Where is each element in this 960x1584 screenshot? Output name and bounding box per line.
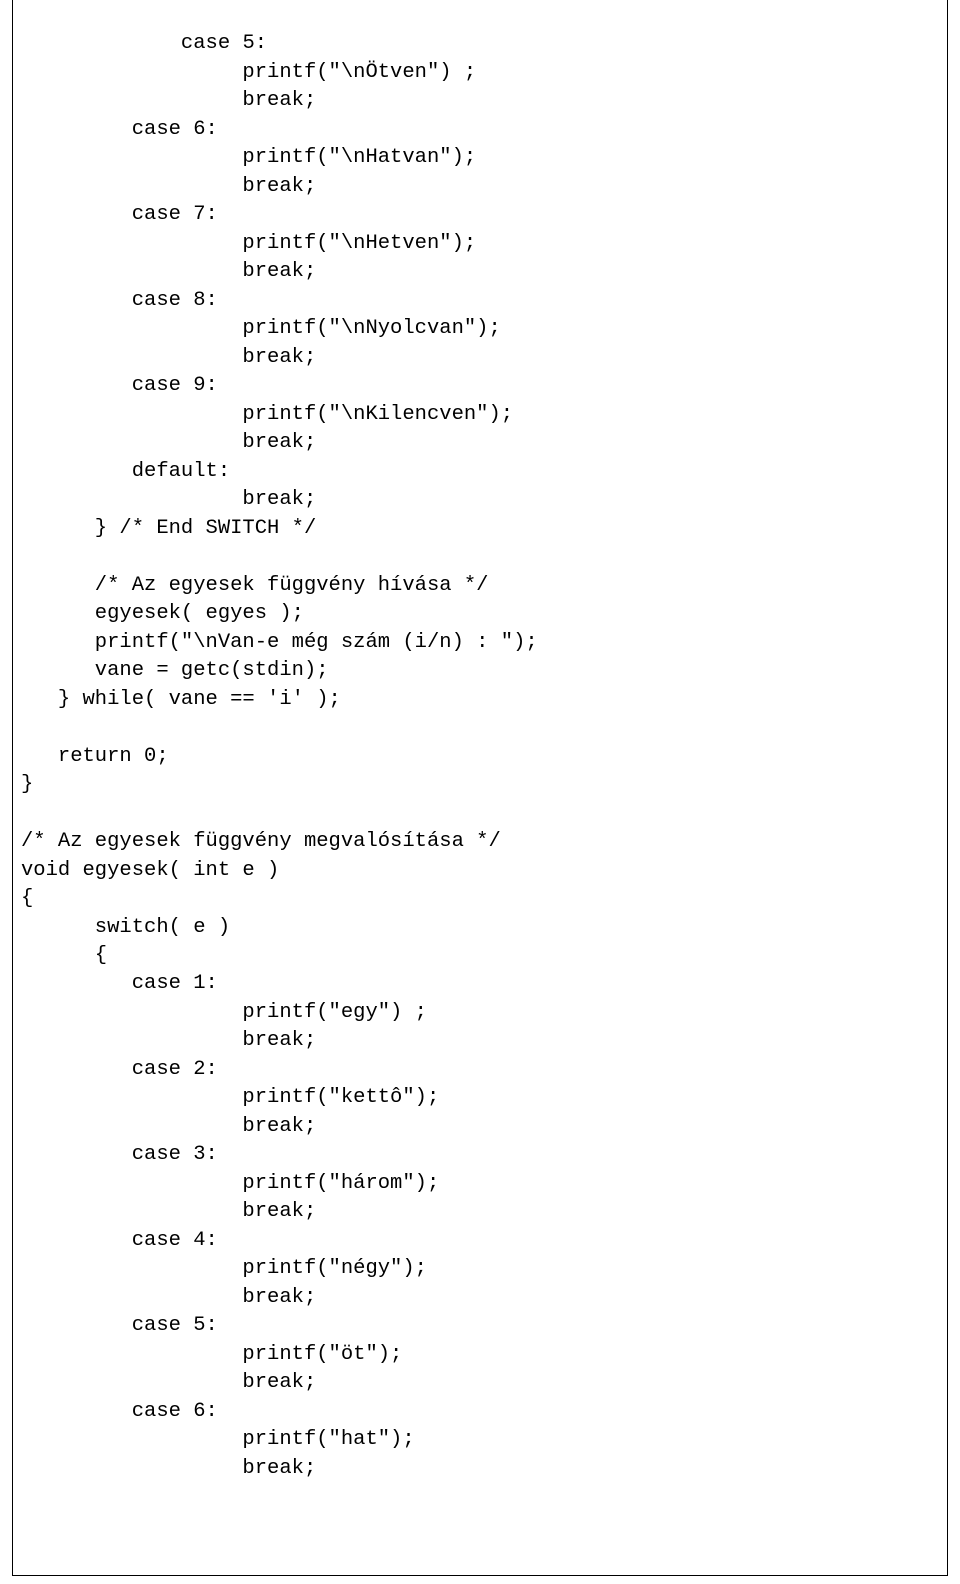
code-content: case 5: printf("\nÖtven") ; break; case … <box>21 32 538 1479</box>
code-listing: case 5: printf("\nÖtven") ; break; case … <box>12 0 948 1576</box>
